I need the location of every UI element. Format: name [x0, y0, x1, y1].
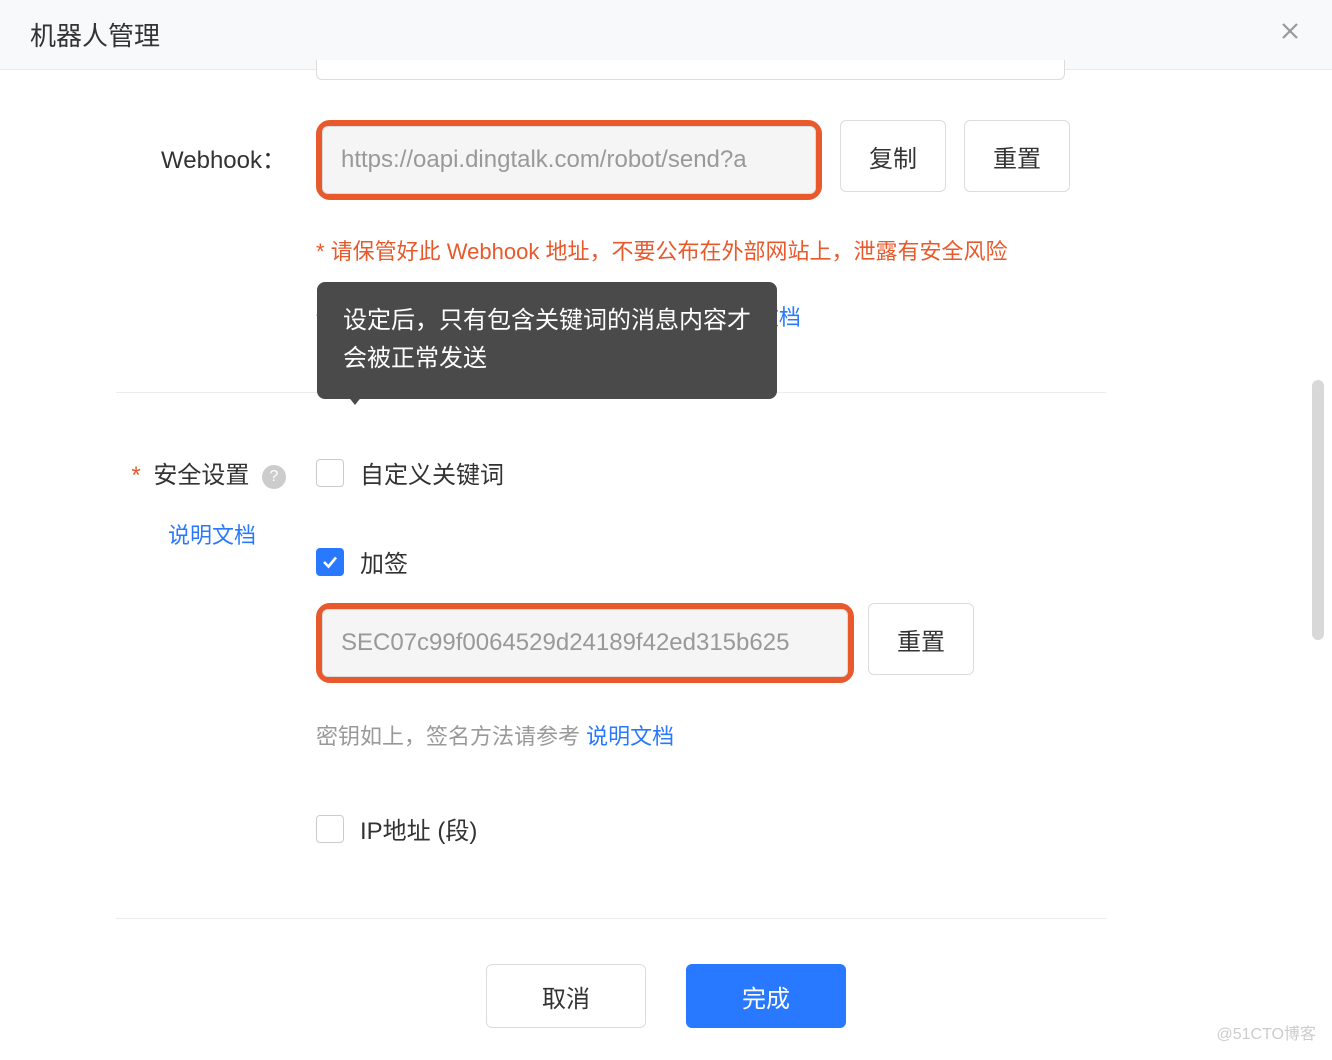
watermark: @51CTO博客: [1216, 1020, 1316, 1044]
confirm-button[interactable]: 完成: [686, 964, 846, 1028]
section-divider-2: [116, 918, 1106, 919]
webhook-input[interactable]: [322, 126, 816, 194]
ip-range-checkbox[interactable]: [316, 815, 344, 843]
security-label: * 安全设置 ?: [30, 455, 286, 490]
reset-secret-button[interactable]: 重置: [868, 603, 974, 675]
cancel-button[interactable]: 取消: [486, 964, 646, 1028]
required-star-icon: *: [131, 462, 140, 489]
copy-button[interactable]: 复制: [840, 120, 946, 192]
secret-input[interactable]: [322, 609, 848, 677]
modal-body: Webhook： 复制 重置 * 请保管好此 Webhook 地址，不要公布在外…: [0, 60, 1332, 919]
secret-note: 密钥如上，签名方法请参考 说明文档: [316, 719, 1302, 751]
help-icon[interactable]: ?: [262, 465, 286, 489]
modal-footer: 取消 完成: [0, 964, 1332, 1028]
security-doc-link[interactable]: 说明文档: [30, 518, 286, 550]
scrollbar-track[interactable]: [1312, 80, 1324, 810]
webhook-highlight: [316, 120, 822, 200]
close-icon[interactable]: [1278, 19, 1302, 50]
sign-option: 加签: [316, 544, 1302, 579]
sign-doc-link[interactable]: 说明文档: [586, 724, 674, 749]
tooltip-text: 设定后，只有包含关键词的消息内容才会被正常发送: [343, 307, 751, 372]
webhook-label-col: [30, 60, 316, 120]
clipped-field-above: [316, 60, 1065, 80]
custom-keyword-label: 自定义关键词: [360, 455, 504, 490]
reset-webhook-button[interactable]: 重置: [964, 120, 1070, 192]
security-row: * 安全设置 ? 说明文档 自定义关键词 加签: [30, 455, 1302, 846]
ip-range-label: IP地址 (段): [360, 811, 477, 846]
scrollbar-thumb[interactable]: [1312, 380, 1324, 640]
ip-range-option: IP地址 (段): [316, 811, 1302, 846]
custom-keyword-checkbox[interactable]: [316, 459, 344, 487]
webhook-label: Webhook：: [30, 120, 316, 175]
custom-keyword-option: 自定义关键词: [316, 455, 1302, 490]
sign-label: 加签: [360, 544, 408, 579]
webhook-warning: * 请保管好此 Webhook 地址，不要公布在外部网站上，泄露有安全风险: [316, 234, 1302, 266]
keyword-tooltip: 设定后，只有包含关键词的消息内容才会被正常发送: [317, 282, 777, 399]
sign-option-block: 加签 重置 密钥如上，签名方法请参考 说明文档: [316, 544, 1302, 751]
secret-highlight: [316, 603, 854, 683]
sign-checkbox[interactable]: [316, 548, 344, 576]
modal-title: 机器人管理: [30, 16, 160, 53]
webhook-row: [30, 60, 1302, 120]
